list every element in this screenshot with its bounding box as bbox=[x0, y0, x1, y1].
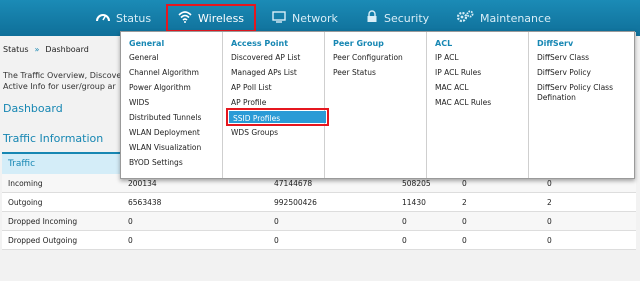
breadcrumb: Status » Dashboard bbox=[3, 45, 89, 54]
table-cell: 2 bbox=[547, 198, 552, 207]
table-cell: 0 bbox=[462, 236, 467, 245]
speedometer-icon bbox=[96, 11, 110, 26]
table-row: Dropped Incoming 0 0 0 0 0 bbox=[2, 212, 636, 231]
menu-item-managed-aps-list[interactable]: Managed APs List bbox=[231, 68, 297, 77]
intro-line: The Traffic Overview, Discove bbox=[3, 71, 122, 80]
table-cell: 0 bbox=[547, 236, 552, 245]
table-cell: 0 bbox=[274, 217, 279, 226]
menu-item-diffserv-class[interactable]: DiffServ Class bbox=[537, 53, 589, 62]
network-icon bbox=[272, 10, 286, 26]
menu-item-wlan-visualization[interactable]: WLAN Visualization bbox=[129, 143, 201, 152]
menu-item-general[interactable]: General bbox=[129, 53, 159, 62]
row-label: Incoming bbox=[8, 179, 43, 188]
breadcrumb-separator-icon: » bbox=[34, 45, 40, 54]
menu-item-power-algorithm[interactable]: Power Algorithm bbox=[129, 83, 191, 92]
row-label: Dropped Outgoing bbox=[8, 236, 78, 245]
table-cell: 11430 bbox=[402, 198, 426, 207]
tab-network[interactable]: Network bbox=[272, 4, 338, 32]
menu-item-ip-acl[interactable]: IP ACL bbox=[435, 53, 459, 62]
menu-item-wids[interactable]: WIDS bbox=[129, 98, 149, 107]
menu-item-ap-poll-list[interactable]: AP Poll List bbox=[231, 83, 272, 92]
menu-item-diffserv-policy[interactable]: DiffServ Policy bbox=[537, 68, 591, 77]
menu-column-title: Access Point bbox=[231, 39, 289, 48]
table-cell: 508205 bbox=[402, 179, 431, 188]
table-cell: 0 bbox=[128, 236, 133, 245]
menu-column-title: ACL bbox=[435, 39, 453, 48]
table-cell: 0 bbox=[547, 217, 552, 226]
table-cell: 6563438 bbox=[128, 198, 162, 207]
row-label: Outgoing bbox=[8, 198, 43, 207]
menu-item-label: SSID Profiles bbox=[233, 114, 281, 123]
menu-column-title: DiffServ bbox=[537, 39, 574, 48]
section-title-dashboard: Dashboard bbox=[3, 102, 63, 115]
intro-line: Active Info for user/group ar bbox=[3, 82, 116, 91]
tab-label: Status bbox=[116, 11, 152, 25]
table-cell: 0 bbox=[402, 217, 407, 226]
table-row: Outgoing 6563438 992500426 11430 2 2 bbox=[2, 193, 636, 212]
menu-item-mac-acl-rules[interactable]: MAC ACL Rules bbox=[435, 98, 491, 107]
tab-label: Network bbox=[292, 11, 338, 25]
table-cell: 47144678 bbox=[274, 179, 313, 188]
table-cell: 0 bbox=[462, 179, 467, 188]
intro-text: The Traffic Overview, Discove Active Inf… bbox=[3, 70, 123, 92]
table-body: Incoming 200134 47144678 508205 0 0 Outg… bbox=[2, 174, 636, 250]
menu-item-ap-profile[interactable]: AP Profile bbox=[231, 98, 266, 107]
table-cell: 0 bbox=[462, 217, 467, 226]
table-cell: 0 bbox=[128, 217, 133, 226]
tab-security[interactable]: Security bbox=[366, 4, 429, 32]
table-cell: 0 bbox=[547, 179, 552, 188]
menu-item-wlan-deployment[interactable]: WLAN Deployment bbox=[129, 128, 200, 137]
menu-item-diffserv-policy-class-defination[interactable]: DiffServ Policy Class Defination bbox=[537, 83, 629, 103]
tab-maintenance[interactable]: Maintenance bbox=[456, 4, 551, 32]
menu-column-title: General bbox=[129, 39, 165, 48]
menu-item-byod-settings[interactable]: BYOD Settings bbox=[129, 158, 183, 167]
table-cell: 0 bbox=[274, 236, 279, 245]
menu-item-discovered-ap-list[interactable]: Discovered AP List bbox=[231, 53, 300, 62]
gears-icon bbox=[456, 10, 474, 26]
table-cell: 2 bbox=[462, 198, 467, 207]
section-title-traffic: Traffic Information bbox=[3, 132, 104, 145]
menu-item-channel-algorithm[interactable]: Channel Algorithm bbox=[129, 68, 199, 77]
table-cell: 200134 bbox=[128, 179, 157, 188]
tab-status[interactable]: Status bbox=[96, 4, 151, 32]
menu-item-distributed-tunnels[interactable]: Distributed Tunnels bbox=[129, 113, 201, 122]
breadcrumb-root[interactable]: Status bbox=[3, 45, 29, 54]
wifi-icon bbox=[178, 10, 192, 26]
tab-label: Security bbox=[384, 11, 430, 25]
menu-column-peer-group: Peer Group Peer Configuration Peer Statu… bbox=[325, 32, 427, 178]
menu-item-peer-status[interactable]: Peer Status bbox=[333, 68, 376, 77]
table-cell: 992500426 bbox=[274, 198, 317, 207]
table-header-label: Traffic bbox=[8, 159, 36, 169]
menu-column-access-point: Access Point Discovered AP List Managed … bbox=[223, 32, 325, 178]
wireless-dropdown-menu: General General Channel Algorithm Power … bbox=[120, 31, 636, 179]
menu-column-diffserv: DiffServ DiffServ Class DiffServ Policy … bbox=[529, 32, 636, 178]
tab-wireless[interactable]: Wireless bbox=[166, 4, 256, 32]
table-row: Dropped Outgoing 0 0 0 0 0 bbox=[2, 231, 636, 250]
menu-column-acl: ACL IP ACL IP ACL Rules MAC ACL MAC ACL … bbox=[427, 32, 529, 178]
menu-item-peer-configuration[interactable]: Peer Configuration bbox=[333, 53, 403, 62]
breadcrumb-current: Dashboard bbox=[45, 45, 89, 54]
tab-label: Wireless bbox=[198, 11, 245, 25]
tab-label: Maintenance bbox=[480, 11, 551, 25]
menu-column-general: General General Channel Algorithm Power … bbox=[121, 32, 223, 178]
menu-item-ssid-profiles[interactable]: SSID Profiles bbox=[226, 108, 329, 126]
menu-item-mac-acl[interactable]: MAC ACL bbox=[435, 83, 469, 92]
menu-column-title: Peer Group bbox=[333, 39, 384, 48]
menu-item-wds-groups[interactable]: WDS Groups bbox=[231, 128, 278, 137]
row-label: Dropped Incoming bbox=[8, 217, 78, 226]
lock-icon bbox=[366, 10, 378, 26]
menu-item-ip-acl-rules[interactable]: IP ACL Rules bbox=[435, 68, 481, 77]
table-cell: 0 bbox=[402, 236, 407, 245]
